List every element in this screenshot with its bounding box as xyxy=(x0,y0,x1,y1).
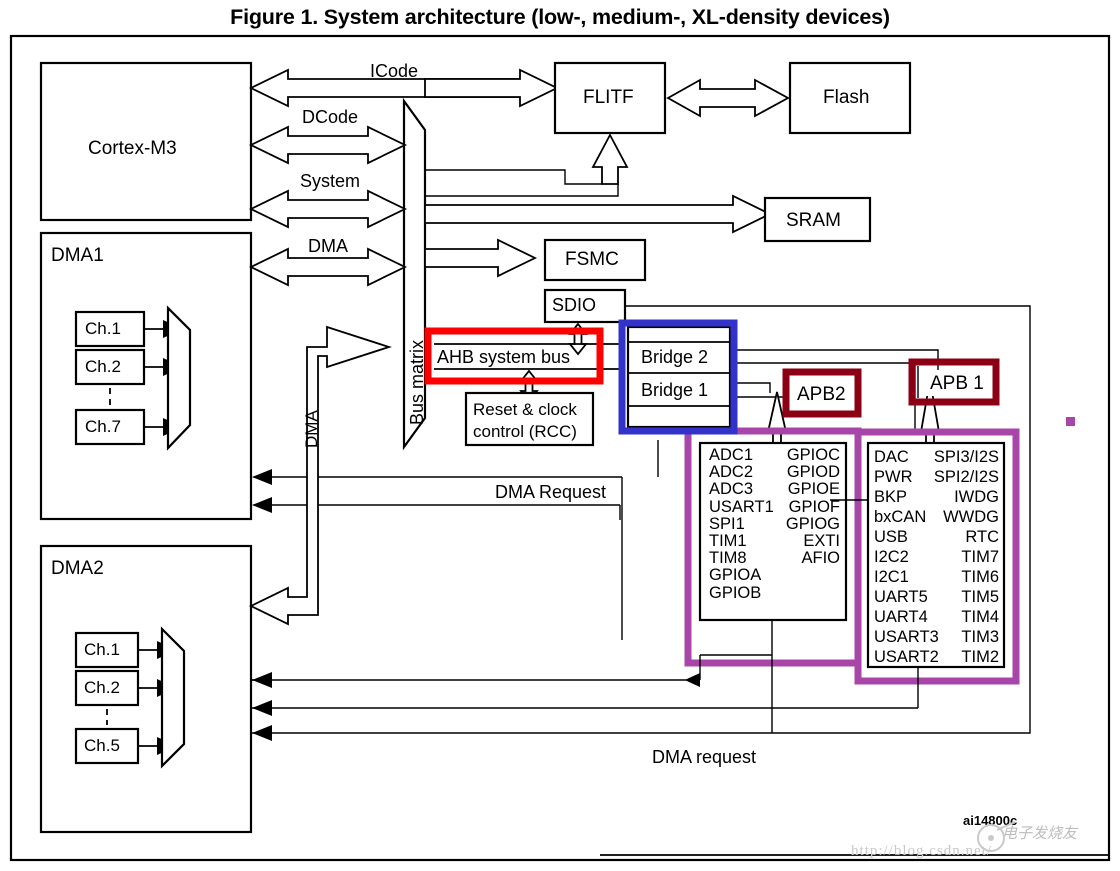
bus-label-icode: ICode xyxy=(370,61,419,81)
block-label-apb1: APB 1 xyxy=(930,373,984,394)
apb1-peripheral-wwdg: WWDG xyxy=(943,508,999,526)
dma2-channel-5: Ch.5 xyxy=(84,736,120,755)
block-label-rcc-line2: control (RCC) xyxy=(473,422,577,441)
block-label-flitf: FLITF xyxy=(583,87,634,108)
block-label-dma2: DMA2 xyxy=(51,558,104,579)
block-label-dma1: DMA1 xyxy=(51,245,104,266)
apb1-peripheral-rtc: RTC xyxy=(965,528,999,546)
dma1-channel-2: Ch.2 xyxy=(85,357,121,376)
apb2-peripheral-gpioa: GPIOA xyxy=(709,566,762,585)
watermark-url: http://blog.csdn.net/ xyxy=(851,843,992,859)
apb1-peripheral-iwdg: IWDG xyxy=(954,488,999,506)
dma1-channel-7: Ch.7 xyxy=(85,417,121,436)
apb2-peripheral-gpioe: GPIOE xyxy=(787,480,840,499)
dma1-channel-1: Ch.1 xyxy=(85,319,121,338)
bus-label-dma-request-mid: DMA Request xyxy=(495,482,607,502)
block-label-ahb-system-bus: AHB system bus xyxy=(437,347,571,367)
apb1-peripherals-right-column: SPI3/I2S SPI2/I2S IWDG WWDG RTC TIM7 TIM6 TIM5 T… xyxy=(915,447,999,667)
apb2-peripheral-gpiod: GPIOD xyxy=(786,463,840,482)
block-label-cortex-m3: Cortex-M3 xyxy=(88,138,177,159)
block-label-apb2: APB2 xyxy=(797,384,846,405)
bus-label-dma-vertical: DMA xyxy=(302,410,321,448)
apb1-peripheral-tim2: TIM2 xyxy=(961,648,999,666)
dma2-channel-2: Ch.2 xyxy=(84,678,120,697)
apb2-peripheral-gpioc: GPIOC xyxy=(786,446,840,464)
apb2-peripheral-exti: EXTI xyxy=(803,532,840,551)
figure-canvas: Figure 1. System architecture (low-, med… xyxy=(0,0,1120,871)
block-label-sdio: SDIO xyxy=(552,295,597,315)
apb1-peripheral-tim3: TIM3 xyxy=(961,628,999,646)
watermark-logo-icon xyxy=(977,821,1016,852)
apb2-peripherals-right-column: GPIOC GPIOD GPIOE GPIOF GPIOG EXTI AFIO xyxy=(760,446,840,568)
bus-label-dcode: DCode xyxy=(302,107,359,127)
apb1-peripheral-tim4: TIM4 xyxy=(961,608,999,626)
bus-label-dma-request-bottom: DMA request xyxy=(652,747,757,767)
bus-label-system: System xyxy=(300,171,361,191)
apb2-peripheral-gpiob: GPIOB xyxy=(709,583,762,602)
bus-label-dma-top: DMA xyxy=(308,236,348,256)
block-label-flash: Flash xyxy=(823,87,870,108)
block-label-bridge-1: Bridge 1 xyxy=(641,380,709,400)
block-label-rcc-line1: Reset & clock xyxy=(473,400,577,419)
apb1-peripheral-tim5: TIM5 xyxy=(961,588,999,606)
apb2-peripheral-gpiof: GPIOF xyxy=(788,497,840,516)
block-label-bridge-2: Bridge 2 xyxy=(641,347,709,367)
apb2-peripheral-afio: AFIO xyxy=(801,549,840,568)
apb2-peripheral-gpiog: GPIOG xyxy=(785,514,840,533)
block-label-fsmc: FSMC xyxy=(565,249,619,270)
apb1-peripheral-spi2-i2s: SPI2/I2S xyxy=(933,468,999,486)
apb1-peripheral-tim7: TIM7 xyxy=(961,548,999,566)
apb1-peripheral-tim6: TIM6 xyxy=(961,568,999,586)
apb1-peripheral-spi3-i2s: SPI3/I2S xyxy=(933,448,999,466)
dma2-channel-1: Ch.1 xyxy=(84,640,120,659)
block-label-bus-matrix: Bus matrix xyxy=(407,339,427,425)
block-label-sram: SRAM xyxy=(786,210,841,231)
